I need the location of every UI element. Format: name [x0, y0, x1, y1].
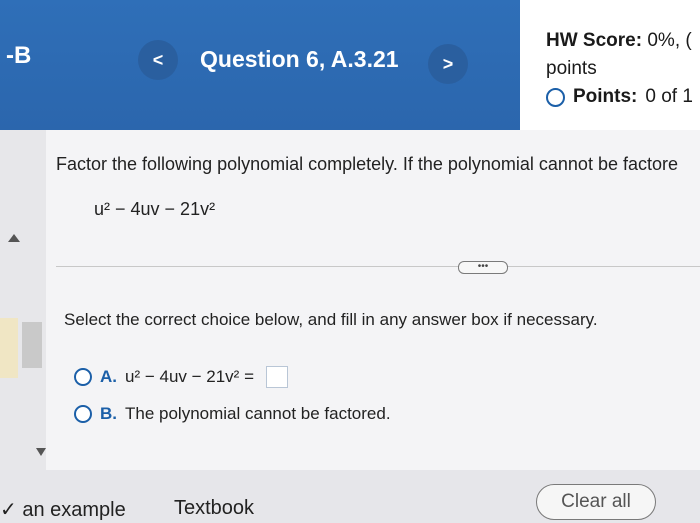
instruction-text: Select the correct choice below, and fil… — [64, 310, 598, 329]
question-prompt: Factor the following polynomial complete… — [56, 154, 678, 174]
choice-b[interactable]: B. The polynomial cannot be factored. — [74, 404, 391, 424]
scroll-down-icon[interactable] — [36, 448, 46, 456]
clear-all-button[interactable]: Clear all — [536, 484, 656, 520]
expand-more-button[interactable]: ••• — [458, 261, 508, 274]
choice-a[interactable]: A. u² − 4uv − 21v² = — [74, 366, 288, 388]
scroll-up-icon[interactable] — [8, 234, 20, 242]
question-title: Question 6, A.3.21 — [200, 46, 399, 72]
points-word: points — [546, 58, 597, 79]
divider — [56, 266, 700, 267]
side-highlight — [0, 318, 18, 378]
choice-b-radio[interactable] — [74, 405, 92, 423]
previous-question-button[interactable]: < — [138, 40, 178, 80]
textbook-link[interactable]: Textbook — [174, 497, 254, 520]
choice-a-radio[interactable] — [74, 368, 92, 386]
example-label: an example — [22, 499, 126, 521]
view-example-link[interactable]: ✓ an example — [0, 497, 126, 522]
check-icon: ✓ — [0, 499, 23, 521]
choice-a-text: u² − 4uv − 21v² = — [125, 367, 254, 386]
scrollbar-thumb[interactable] — [22, 322, 42, 368]
section-code: -B — [6, 42, 32, 69]
polynomial-expression: u² − 4uv − 21v² — [94, 199, 216, 219]
question-points: Points: 0 of 1 — [546, 86, 693, 108]
choice-b-letter: B. — [100, 404, 117, 423]
next-question-button[interactable]: > — [428, 44, 468, 84]
hw-score-label: HW Score: — [546, 30, 643, 51]
points-status-icon — [546, 87, 565, 107]
left-scroll-strip — [0, 130, 46, 470]
answer-input-box[interactable] — [266, 366, 288, 388]
score-panel: HW Score: 0%, ( points Points: 0 of 1 — [520, 0, 700, 130]
points-label: Points: — [573, 86, 638, 107]
hw-score: HW Score: 0%, ( — [546, 30, 692, 52]
points-value: 0 of 1 — [645, 86, 693, 107]
choice-a-letter: A. — [100, 367, 117, 386]
choice-b-text: The polynomial cannot be factored. — [125, 404, 391, 423]
hw-score-value: 0%, ( — [647, 30, 692, 51]
